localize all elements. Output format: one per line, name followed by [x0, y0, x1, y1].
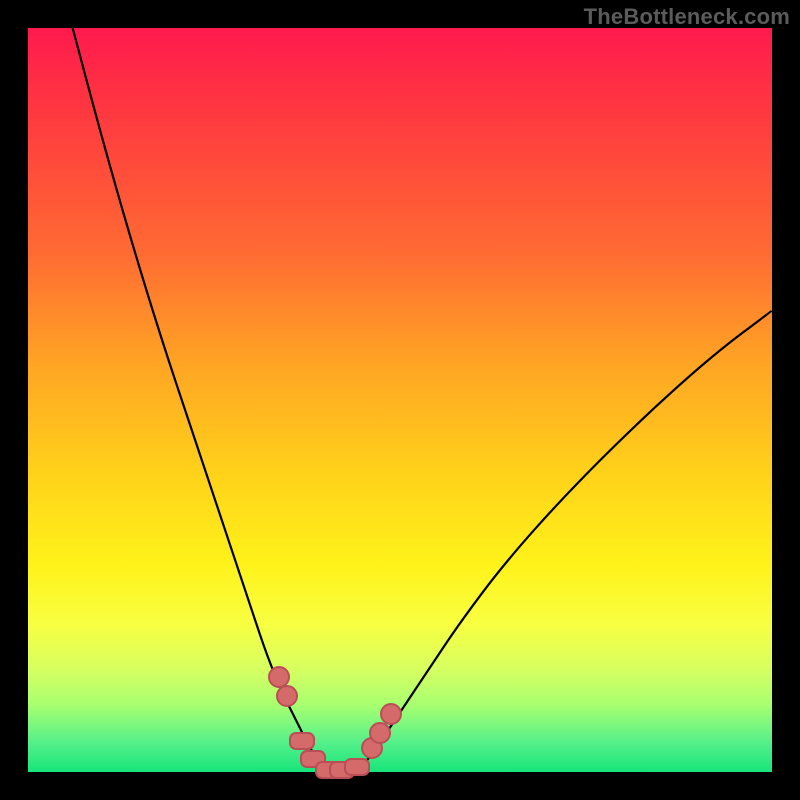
- right-curve: [355, 311, 772, 772]
- curve-layer: [28, 28, 772, 772]
- watermark-text: TheBottleneck.com: [584, 4, 790, 30]
- left-curve: [73, 28, 326, 772]
- data-marker: [276, 685, 298, 707]
- data-marker: [369, 722, 391, 744]
- data-marker: [289, 732, 315, 750]
- plot-area: [28, 28, 772, 772]
- data-marker: [344, 758, 370, 776]
- chart-frame: TheBottleneck.com: [0, 0, 800, 800]
